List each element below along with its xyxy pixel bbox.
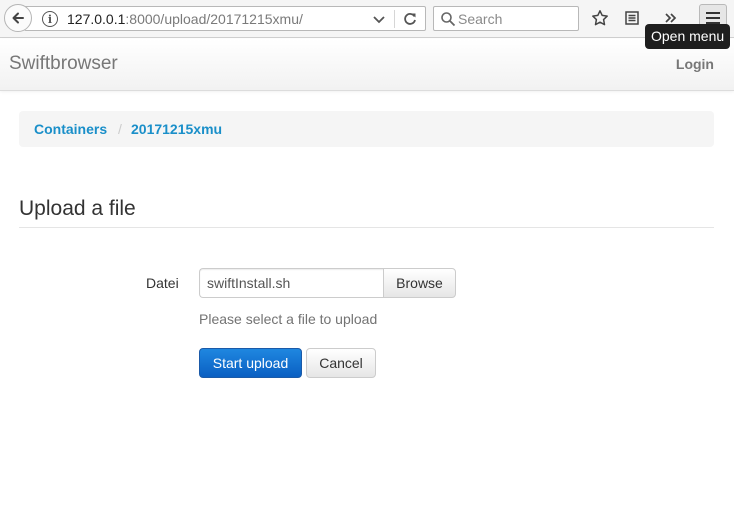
cancel-button[interactable]: Cancel — [306, 348, 376, 378]
url-divider — [394, 10, 395, 28]
library-button[interactable] — [622, 8, 642, 28]
chevron-down-icon[interactable] — [371, 10, 387, 28]
browser-toolbar: i 127.0.0.1:8000/upload/20171215xmu/ Sea… — [0, 0, 734, 38]
url-path: :8000/upload/20171215xmu/ — [125, 11, 303, 27]
info-icon[interactable]: i — [42, 11, 58, 27]
arrow-left-icon — [12, 12, 24, 24]
login-link[interactable]: Login — [676, 56, 714, 72]
url-bar[interactable]: i 127.0.0.1:8000/upload/20171215xmu/ — [24, 6, 426, 31]
search-icon — [441, 12, 456, 27]
brand-link[interactable]: Swiftbrowser — [9, 53, 118, 75]
breadcrumb-container-name[interactable]: 20171215xmu — [131, 121, 222, 137]
breadcrumb-containers[interactable]: Containers — [34, 121, 107, 137]
hamburger-icon — [706, 12, 720, 24]
library-icon — [625, 11, 639, 25]
url-host: 127.0.0.1 — [67, 11, 126, 27]
title-divider — [19, 227, 714, 228]
breadcrumb-separator: / — [118, 121, 122, 137]
page-title: Upload a file — [19, 197, 136, 220]
url-text[interactable]: 127.0.0.1:8000/upload/20171215xmu/ — [67, 11, 303, 27]
back-button[interactable] — [4, 4, 32, 32]
file-label: Datei — [146, 275, 179, 291]
breadcrumb: Containers / 20171215xmu — [19, 111, 714, 147]
start-upload-button[interactable]: Start upload — [199, 348, 302, 378]
menu-tooltip: Open menu — [645, 24, 731, 49]
reload-icon[interactable] — [401, 10, 419, 28]
bookmark-button[interactable] — [590, 8, 610, 28]
star-icon — [592, 10, 608, 26]
double-chevron-icon — [665, 13, 677, 23]
help-text: Please select a file to upload — [199, 311, 378, 327]
browse-button[interactable]: Browse — [383, 268, 456, 298]
search-bar[interactable]: Search — [433, 6, 579, 31]
file-name-field[interactable]: swiftInstall.sh — [199, 268, 384, 298]
site-navbar: Swiftbrowser Login — [0, 39, 734, 91]
search-placeholder: Search — [458, 11, 503, 27]
